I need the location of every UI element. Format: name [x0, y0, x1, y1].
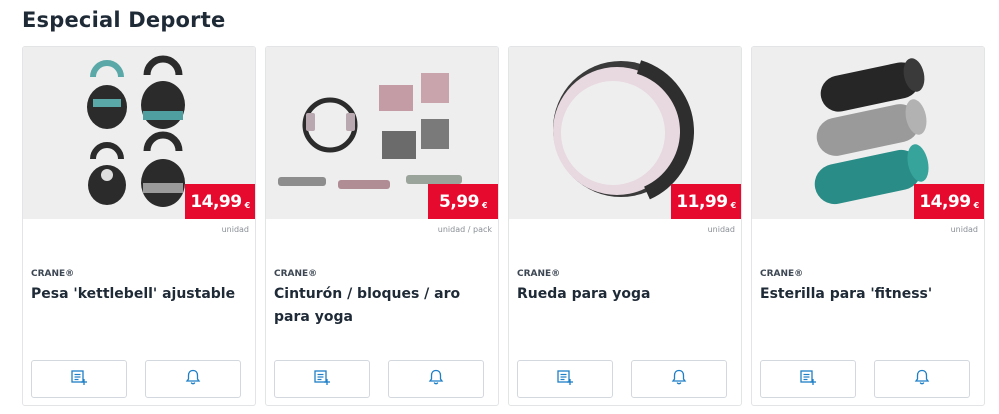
product-brand: CRANE® [517, 269, 561, 279]
list-add-icon [556, 368, 574, 390]
add-to-list-button[interactable] [274, 360, 370, 398]
alert-button[interactable] [631, 360, 727, 398]
product-image[interactable]: 5,99 € [266, 47, 498, 219]
bell-icon [427, 368, 445, 390]
add-to-list-button[interactable] [31, 360, 127, 398]
price-unit: unidad [950, 225, 978, 234]
bell-icon [184, 368, 202, 390]
section-title: Especial Deporte [22, 8, 226, 32]
product-name[interactable]: Pesa 'kettlebell' ajustable [31, 283, 249, 306]
product-brand: CRANE® [274, 269, 318, 279]
price-tag: 5,99 € [428, 184, 498, 219]
bell-icon [913, 368, 931, 390]
product-brand: CRANE® [31, 269, 75, 279]
price-unit: unidad [221, 225, 249, 234]
product-image[interactable]: 14,99 € [752, 47, 984, 219]
product-name[interactable]: Rueda para yoga [517, 283, 735, 306]
price-value: 5,99 [438, 191, 479, 212]
product-image[interactable]: 14,99 € [23, 47, 255, 219]
product-card[interactable]: 11,99 € unidad CRANE® Rueda para yoga [508, 46, 742, 406]
product-brand: CRANE® [760, 269, 804, 279]
price-unit: unidad / pack [437, 225, 492, 234]
price-currency: € [730, 201, 737, 210]
list-add-icon [799, 368, 817, 390]
price-unit: unidad [707, 225, 735, 234]
price-value: 14,99 [919, 191, 971, 212]
price-tag: 11,99 € [671, 184, 741, 219]
product-image[interactable]: 11,99 € [509, 47, 741, 219]
price-tag: 14,99 € [185, 184, 255, 219]
product-card[interactable]: 14,99 € unidad CRANE® Pesa 'kettlebell' a… [22, 46, 256, 406]
price-value: 14,99 [190, 191, 242, 212]
product-card[interactable]: 5,99 € unidad / pack CRANE® Cinturón / bl… [265, 46, 499, 406]
add-to-list-button[interactable] [517, 360, 613, 398]
price-value: 11,99 [676, 191, 728, 212]
alert-button[interactable] [145, 360, 241, 398]
alert-button[interactable] [874, 360, 970, 398]
product-name[interactable]: Cinturón / bloques / aro para yoga [274, 283, 492, 329]
price-currency: € [973, 201, 980, 210]
price-currency: € [244, 201, 251, 210]
price-tag: 14,99 € [914, 184, 984, 219]
list-add-icon [70, 368, 88, 390]
product-name[interactable]: Esterilla para 'fitness' [760, 283, 978, 306]
bell-icon [670, 368, 688, 390]
price-currency: € [481, 201, 488, 210]
product-card[interactable]: 14,99 € unidad CRANE® Esterilla para 'fit… [751, 46, 985, 406]
add-to-list-button[interactable] [760, 360, 856, 398]
list-add-icon [313, 368, 331, 390]
alert-button[interactable] [388, 360, 484, 398]
